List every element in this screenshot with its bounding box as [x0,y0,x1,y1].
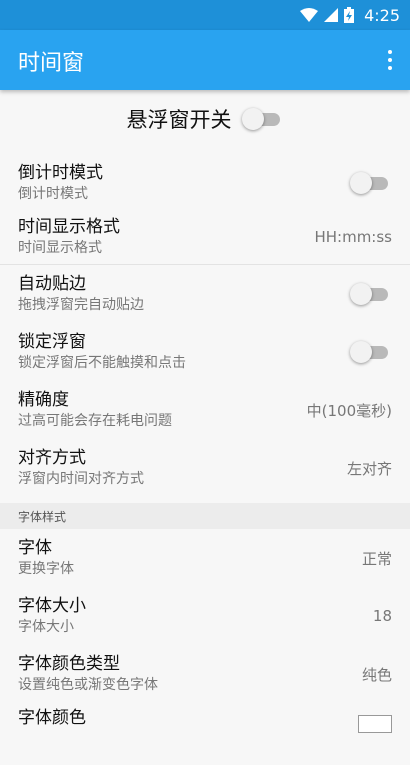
setting-lock-window[interactable]: 锁定浮窗 锁定浮窗后不能触摸和点击 [0,323,410,381]
master-switch-row[interactable]: 悬浮窗开关 [0,92,410,146]
setting-title: 对齐方式 [18,448,86,468]
setting-font[interactable]: 字体 更换字体 正常 [0,529,410,587]
setting-summary: 设置纯色或渐变色字体 [18,677,158,693]
setting-value: 中(100毫秒) [306,401,392,420]
setting-value: 正常 [361,549,392,568]
setting-summary: 时间显示格式 [18,240,102,256]
setting-title: 锁定浮窗 [18,332,86,352]
setting-precision[interactable]: 精确度 过高可能会存在耗电问题 中(100毫秒) [0,381,410,439]
app-bar: 时间窗 [0,30,410,90]
setting-summary: 拖拽浮窗完自动贴边 [18,297,144,313]
setting-summary: 倒计时模式 [18,186,88,202]
setting-title: 时间显示格式 [18,217,120,237]
setting-countdown-mode[interactable]: 倒计时模式 倒计时模式 [0,156,410,210]
setting-font-size[interactable]: 字体大小 字体大小 18 [0,587,410,645]
setting-title: 字体颜色类型 [18,654,120,674]
status-bar: 4:25 [0,0,410,30]
countdown-mode-toggle[interactable] [350,171,392,195]
more-vert-icon[interactable] [386,50,394,70]
signal-icon [324,8,339,22]
status-time: 4:25 [364,5,400,25]
app-title: 时间窗 [18,51,85,76]
setting-summary: 锁定浮窗后不能触摸和点击 [18,355,186,371]
setting-font-color-type[interactable]: 字体颜色类型 设置纯色或渐变色字体 纯色 [0,645,410,703]
setting-value: 左对齐 [346,459,392,478]
section-header-font: 字体样式 [0,503,410,529]
setting-time-format[interactable]: 时间显示格式 时间显示格式 HH:mm:ss [0,210,410,264]
setting-font-color[interactable]: 字体颜色 [0,703,410,765]
setting-title: 字体 [18,538,52,558]
setting-value: 纯色 [361,665,392,684]
setting-title: 精确度 [18,390,69,410]
setting-value: HH:mm:ss [314,228,392,246]
battery-charging-icon [344,7,355,23]
settings-list: 悬浮窗开关 倒计时模式 倒计时模式 时间显示格式 时间显示格式 HH:mm:ss… [0,92,410,733]
setting-title: 倒计时模式 [18,163,103,183]
setting-summary: 浮窗内时间对齐方式 [18,471,144,487]
setting-title: 字体颜色 [18,708,86,728]
master-switch-label: 悬浮窗开关 [126,108,232,132]
auto-snap-toggle[interactable] [350,282,392,306]
setting-summary: 更换字体 [18,561,74,577]
setting-summary: 字体大小 [18,619,74,635]
setting-alignment[interactable]: 对齐方式 浮窗内时间对齐方式 左对齐 [0,439,410,497]
setting-summary: 过高可能会存在耗电问题 [18,413,172,429]
setting-value: 18 [372,607,392,625]
master-switch-toggle[interactable] [241,107,284,131]
setting-title: 自动贴边 [18,274,86,294]
font-color-swatch[interactable] [358,715,392,733]
setting-auto-snap[interactable]: 自动贴边 拖拽浮窗完自动贴边 [0,265,410,323]
wifi-icon [300,8,319,22]
lock-window-toggle[interactable] [350,340,392,364]
setting-title: 字体大小 [18,596,86,616]
